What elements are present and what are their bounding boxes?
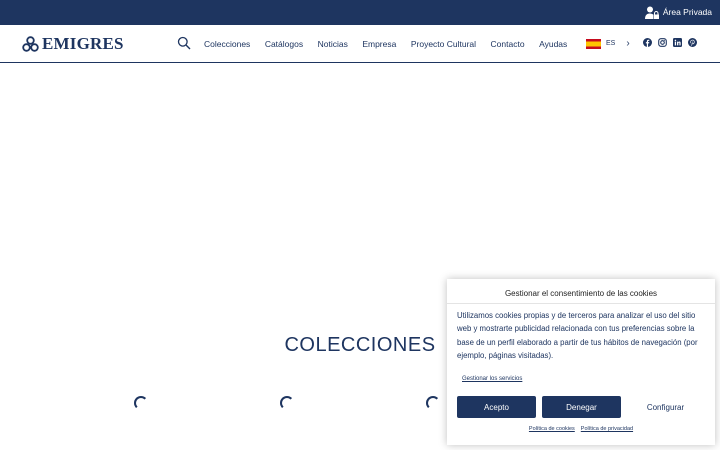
- loading-spinner-icon: [426, 396, 440, 410]
- cookie-banner-text: Utilizamos cookies propias y de terceros…: [457, 311, 698, 361]
- loading-spinner-icon: [134, 396, 148, 410]
- nav-item-noticias[interactable]: Noticias: [318, 39, 348, 49]
- top-bar: Área Privada: [0, 0, 720, 25]
- linkedin-icon[interactable]: [673, 38, 682, 47]
- cookie-policy-link[interactable]: Política de cookies: [529, 426, 575, 432]
- pinterest-icon[interactable]: [688, 38, 697, 47]
- language-code: ES: [606, 40, 616, 47]
- nav-item-proyecto-cultural[interactable]: Proyecto Cultural: [411, 39, 476, 49]
- instagram-icon[interactable]: [658, 38, 667, 47]
- user-lock-icon: [644, 6, 659, 19]
- facebook-icon[interactable]: [643, 38, 652, 47]
- logo-emblem-icon: [22, 35, 39, 52]
- nav-item-ayudas[interactable]: Ayudas: [539, 39, 567, 49]
- main-navbar: EMIGRES Colecciones Catálogos Noticias E…: [0, 25, 720, 63]
- accept-button[interactable]: Acepto: [457, 396, 536, 418]
- main-menu: Colecciones Catálogos Noticias Empresa P…: [204, 37, 582, 51]
- search-icon[interactable]: [177, 36, 191, 50]
- nav-item-colecciones[interactable]: Colecciones: [204, 39, 250, 49]
- deny-button[interactable]: Denegar: [542, 396, 621, 418]
- configure-button[interactable]: Configurar: [626, 396, 705, 418]
- logo-text: EMIGRES: [42, 34, 124, 53]
- manage-services-link[interactable]: Gestionar los servicios: [462, 376, 522, 382]
- emigres-logo[interactable]: EMIGRES: [22, 34, 124, 54]
- private-area-link[interactable]: Área Privada: [644, 4, 712, 20]
- loading-spinner-icon: [280, 396, 294, 410]
- nav-item-contacto[interactable]: Contacto: [491, 39, 525, 49]
- cookie-consent-banner: Gestionar el consentimiento de las cooki…: [447, 279, 715, 445]
- nav-item-empresa[interactable]: Empresa: [362, 39, 396, 49]
- divider: [447, 303, 715, 304]
- privacy-policy-link[interactable]: Política de privacidad: [581, 426, 633, 432]
- social-links: [643, 38, 697, 47]
- spain-flag-icon: [586, 38, 601, 49]
- chevron-right-icon: ›: [626, 38, 630, 49]
- cookie-banner-title: Gestionar el consentimiento de las cooki…: [504, 289, 658, 298]
- policy-links: Política de cookies Política de privacid…: [447, 426, 715, 432]
- nav-item-catalogos[interactable]: Catálogos: [265, 39, 303, 49]
- private-area-label: Área Privada: [662, 7, 712, 17]
- language-selector[interactable]: ES ›: [586, 38, 630, 49]
